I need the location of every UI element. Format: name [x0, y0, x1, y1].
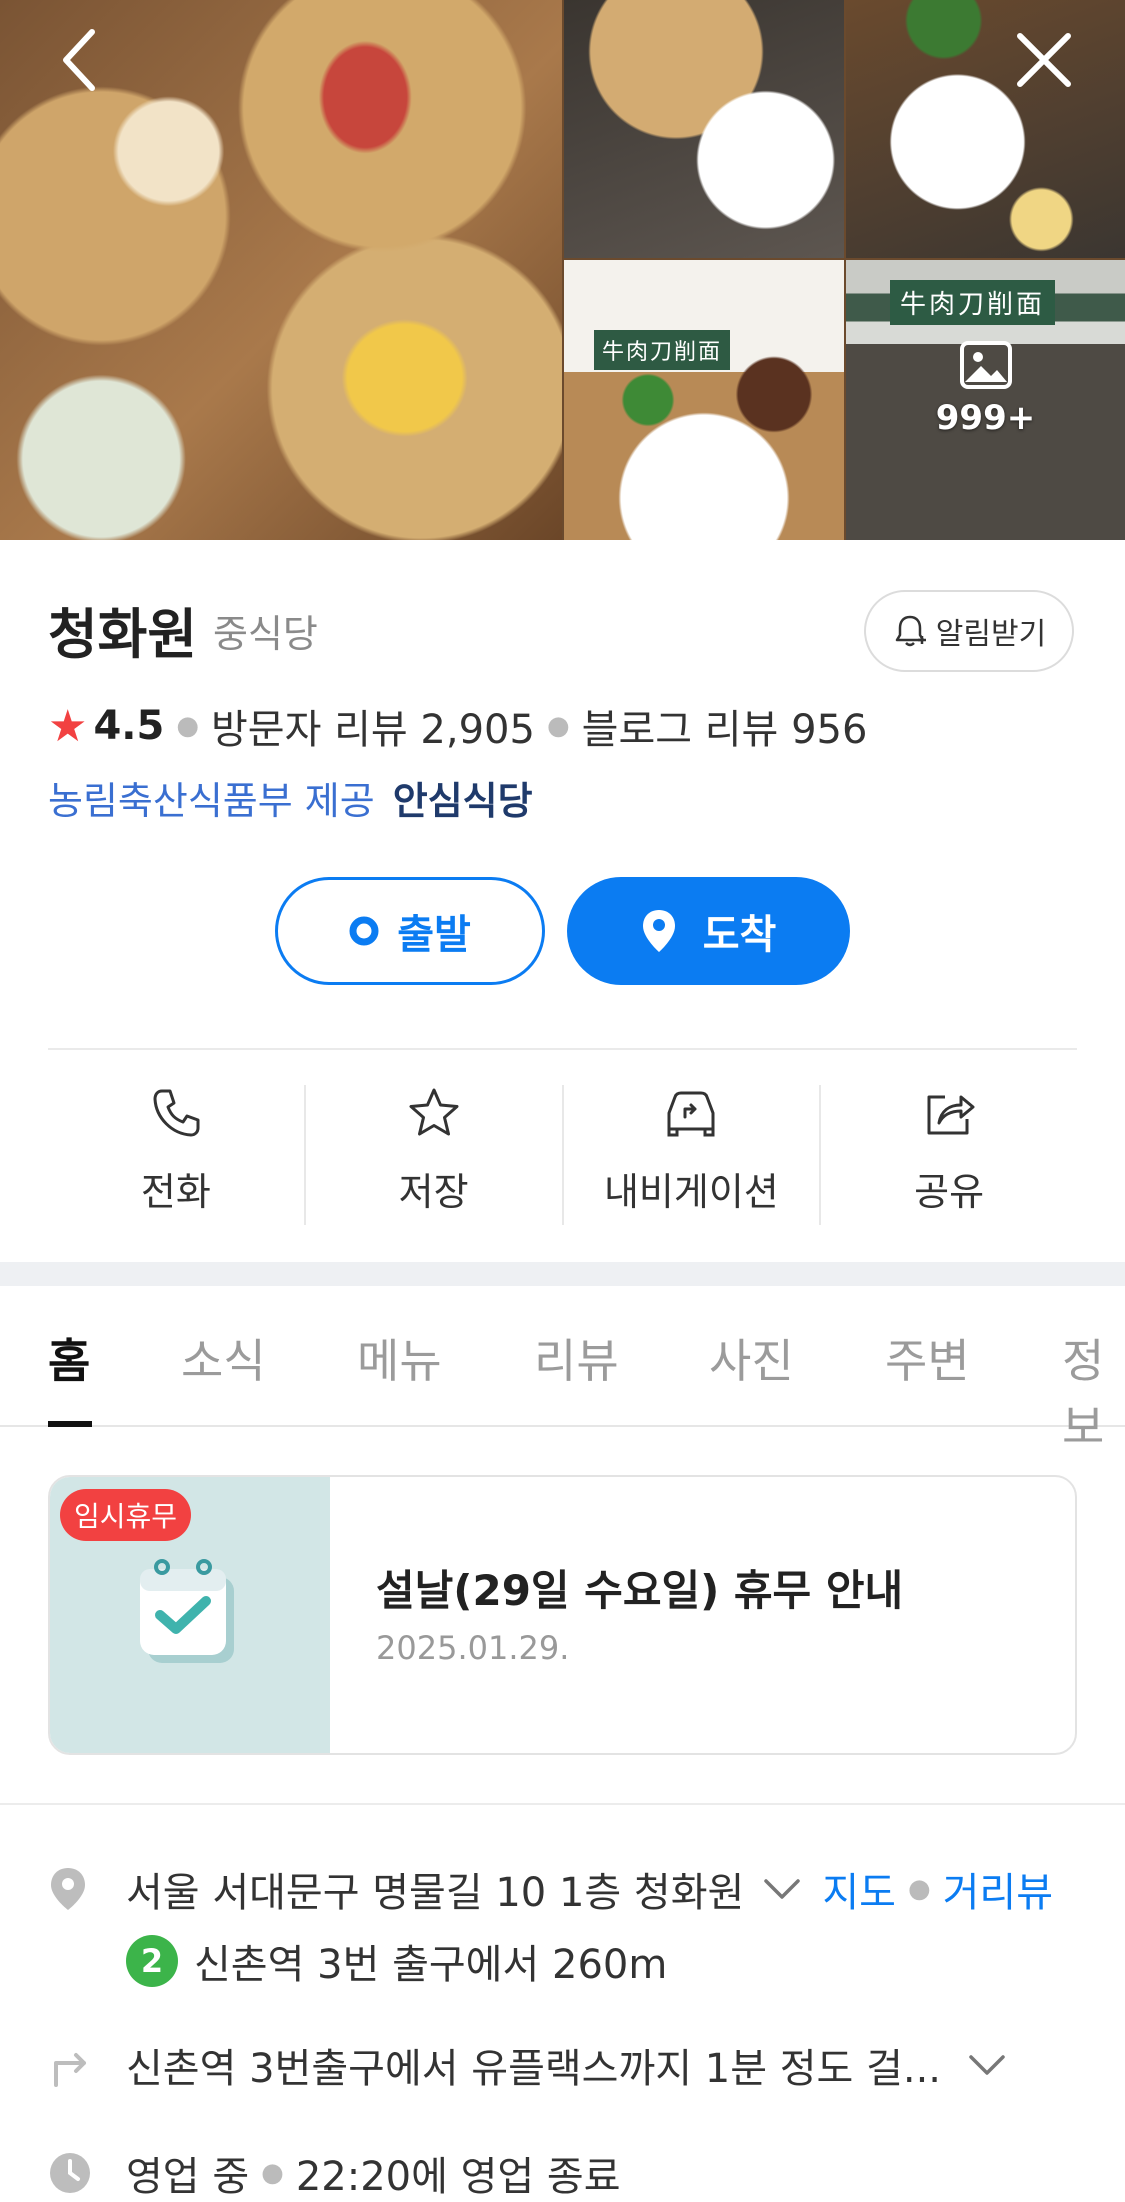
clock-icon: [50, 2153, 90, 2193]
bell-plus-icon: [895, 615, 926, 647]
subway-row: 2 신촌역 3번 출구에서 260m: [126, 1932, 667, 1990]
divider: [48, 1048, 1077, 1050]
divider: [0, 1803, 1125, 1805]
turn-arrow-icon: [54, 2053, 86, 2087]
separator-dot: ●: [907, 1874, 931, 1904]
separator-dot: ●: [261, 2158, 284, 2188]
navigation-label: 내비게이션: [603, 1170, 779, 1214]
photo-gallery[interactable]: 牛肉刀削面 牛肉刀削面 999+: [0, 0, 1125, 540]
blog-reviews-link[interactable]: 블로그 리뷰 956: [582, 697, 868, 755]
tab-nearby[interactable]: 주변: [885, 1325, 970, 1391]
call-label: 전화: [140, 1170, 211, 1214]
tab-menu[interactable]: 메뉴: [357, 1325, 442, 1391]
address-text[interactable]: 서울 서대문구 명물길 10 1층 청화원: [126, 1860, 744, 1918]
tab-news[interactable]: 소식: [181, 1325, 266, 1391]
close-icon: [1017, 33, 1071, 87]
rating-row: ★ 4.5 ● 방문자 리뷰 2,905 ● 블로그 리뷰 956: [48, 697, 867, 755]
car-navigation-icon: [667, 1091, 715, 1137]
notice-card[interactable]: 임시휴무 설날(29일 수요일) 휴무 안내 2025.01.29.: [48, 1475, 1077, 1755]
directions-text: 신촌역 3번출구에서 유플랙스까지 1분 정도 걸...: [126, 2046, 942, 2092]
star-icon: ★: [48, 700, 88, 752]
star-icon: [409, 1088, 459, 1136]
subway-text: 신촌역 3번 출구에서 260m: [194, 1942, 668, 1988]
photo-thumbnail-3[interactable]: 牛肉刀削面: [564, 260, 844, 540]
calendar-check-icon: [140, 1559, 234, 1663]
tab-photos[interactable]: 사진: [709, 1325, 794, 1391]
action-row: 전화 저장 내비게이션 공유: [48, 1085, 1077, 1225]
alarm-label: 알림받기: [935, 617, 1047, 652]
share-label: 공유: [914, 1170, 985, 1214]
arrive-route-label: 도착: [702, 912, 777, 958]
back-button[interactable]: [40, 20, 120, 100]
address-row: 서울 서대문구 명물길 10 1층 청화원 지도 ● 거리뷰: [48, 1860, 1053, 1918]
photo-thumbnail-1[interactable]: [564, 0, 844, 258]
map-link[interactable]: 지도: [822, 1860, 896, 1918]
share-button[interactable]: 공유: [821, 1085, 1077, 1225]
location-pin-icon: [642, 910, 675, 952]
certification-row[interactable]: 농림축산식품부 제공 안심식당: [48, 770, 533, 825]
directions-row[interactable]: 신촌역 3번출구에서 유플랙스까지 1분 정도 걸...: [48, 2036, 1007, 2094]
tab-home[interactable]: 홈: [48, 1325, 90, 1391]
start-route-button[interactable]: 출발: [275, 877, 545, 985]
share-icon: [927, 1095, 975, 1135]
navigation-button[interactable]: 내비게이션: [564, 1085, 822, 1225]
photo-count: 999+: [935, 398, 1036, 438]
tab-bar: 홈 소식 메뉴 리뷰 사진 주변 정보: [0, 1287, 1125, 1454]
hours-status: 영업 중: [126, 2154, 250, 2200]
notice-title: 설날(29일 수요일) 휴무 안내: [376, 1566, 904, 1615]
restaurant-sign: 牛肉刀削面: [594, 330, 731, 370]
visitor-reviews-link[interactable]: 방문자 리뷰 2,905: [211, 697, 535, 755]
notice-date: 2025.01.29.: [376, 1629, 570, 1667]
hours-detail: 22:20에 영업 종료: [295, 2154, 621, 2200]
hours-row[interactable]: 영업 중 ● 22:20에 영업 종료: [48, 2144, 621, 2202]
photo-count-overlay[interactable]: 999+: [846, 340, 1125, 438]
separator-dot: ●: [546, 711, 570, 741]
street-view-link[interactable]: 거리뷰: [943, 1860, 1053, 1918]
location-pin-icon: [51, 1868, 85, 1910]
alarm-button[interactable]: 알림받기: [864, 590, 1074, 672]
separator-dot: ●: [176, 711, 199, 741]
section-gap: [0, 1262, 1125, 1286]
certification-label: 안심식당: [392, 779, 533, 823]
subway-line-badge: 2: [126, 1935, 178, 1987]
chevron-left-icon: [63, 29, 95, 91]
chevron-down-icon[interactable]: [967, 2053, 1007, 2077]
save-button[interactable]: 저장: [306, 1085, 564, 1225]
origin-dot-icon: [349, 916, 379, 946]
chevron-down-icon[interactable]: [762, 1877, 802, 1901]
start-route-label: 출발: [397, 912, 471, 958]
arrive-route-button[interactable]: 도착: [567, 877, 850, 985]
close-button[interactable]: [1004, 20, 1084, 100]
tab-info[interactable]: 정보: [1062, 1325, 1125, 1457]
call-button[interactable]: 전화: [48, 1085, 306, 1225]
notice-badge: 임시휴무: [60, 1489, 192, 1541]
save-label: 저장: [398, 1170, 469, 1214]
place-name: 청화원: [48, 603, 198, 666]
tab-reviews[interactable]: 리뷰: [534, 1325, 619, 1391]
phone-icon: [153, 1089, 200, 1137]
active-tab-indicator: [48, 1421, 92, 1427]
notice-thumbnail: 임시휴무: [50, 1477, 330, 1753]
storefront-sign: 牛肉刀削面: [890, 280, 1056, 325]
image-icon: [959, 341, 1012, 389]
certification-provider: 농림축산식품부 제공: [48, 779, 375, 823]
place-category: 중식당: [213, 612, 318, 656]
rating-score: 4.5: [93, 703, 165, 749]
